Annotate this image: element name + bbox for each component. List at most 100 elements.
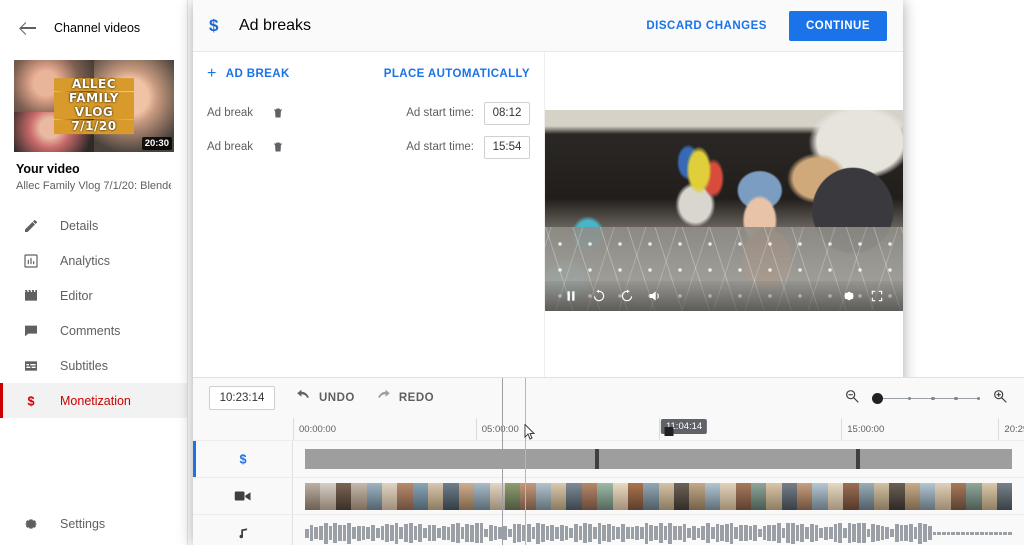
- waveform-bar: [847, 523, 852, 543]
- waveform-bar: [607, 523, 611, 543]
- sidebar-item-settings[interactable]: Settings: [0, 506, 187, 541]
- waveform-bar: [720, 525, 724, 541]
- ad-start-time-input[interactable]: 15:54: [484, 135, 530, 159]
- sidebar-item-monetization[interactable]: $ Monetization: [0, 383, 187, 418]
- monetization-track-body[interactable]: [293, 441, 1024, 477]
- waveform-bar: [866, 528, 871, 538]
- monetization-bar[interactable]: [305, 449, 1012, 469]
- monetization-track: $: [193, 440, 1024, 477]
- thumbnail-line: ALLEC: [54, 77, 134, 92]
- waveform-bar: [715, 523, 720, 543]
- sidebar-item-label: Subtitles: [60, 358, 108, 373]
- waveform-bar: [890, 529, 894, 537]
- waveform-bar: [583, 523, 588, 543]
- ad-break-marker[interactable]: [594, 449, 599, 469]
- waveform-bar: [904, 525, 908, 541]
- rewind-5-icon[interactable]: [585, 282, 613, 310]
- zoom-slider-tick: [954, 396, 958, 400]
- audio-track-header[interactable]: [193, 515, 293, 545]
- waveform-bar: [630, 526, 635, 540]
- waveform-bar: [998, 531, 1003, 535]
- waveform-bar: [951, 531, 956, 535]
- trash-icon[interactable]: [269, 106, 287, 120]
- zoom-slider-thumb[interactable]: [872, 393, 883, 404]
- gear-icon[interactable]: [835, 282, 863, 310]
- waveform-bar: [526, 524, 531, 542]
- waveform-bar: [474, 523, 479, 543]
- sidebar-item-subtitles[interactable]: Subtitles: [0, 348, 187, 383]
- forward-5-icon[interactable]: [613, 282, 641, 310]
- waveform-bar: [970, 531, 975, 535]
- video-player[interactable]: [545, 110, 903, 311]
- video-thumbnail[interactable]: ALLEC FAMILY VLOG 7/1/20 20:30: [14, 60, 174, 152]
- video-filmstrip[interactable]: [305, 482, 1012, 510]
- sidebar-item-label: Analytics: [60, 253, 111, 268]
- sidebar-item-details[interactable]: Details: [0, 208, 187, 243]
- playhead-handle[interactable]: [664, 427, 674, 436]
- discard-changes-button[interactable]: DISCARD CHANGES: [638, 12, 775, 40]
- zoom-in-icon[interactable]: [992, 388, 1008, 409]
- ad-break-label: Ad break: [207, 141, 254, 153]
- sidebar-item-comments[interactable]: Comments: [0, 313, 187, 348]
- sidebar-item-editor[interactable]: Editor: [0, 278, 187, 313]
- ad-break-row: Ad break Ad start time: 08:12: [193, 96, 544, 130]
- audio-track: [193, 514, 1024, 545]
- timeline-ruler[interactable]: 00:00:00 05:00:00 10:00:00 15:00:00 20:2…: [293, 418, 1024, 440]
- place-automatically-button[interactable]: PLACE AUTOMATICALLY: [384, 68, 530, 80]
- waveform-bar: [342, 524, 347, 542]
- waveform-bar: [696, 527, 701, 539]
- waveform-bar: [975, 531, 979, 535]
- waveform-bar: [918, 522, 923, 544]
- video-track-header[interactable]: [193, 478, 293, 514]
- trash-icon[interactable]: [269, 140, 287, 154]
- waveform-bar: [885, 526, 890, 540]
- fullscreen-icon[interactable]: [863, 282, 891, 310]
- audio-track-body[interactable]: [293, 515, 1024, 545]
- waveform-bar: [404, 523, 408, 543]
- waveform-bar: [795, 525, 800, 541]
- waveform-bar: [559, 525, 564, 541]
- waveform-bar: [781, 527, 786, 539]
- waveform-bar: [758, 528, 762, 538]
- ad-break-label: Ad break: [207, 107, 254, 119]
- audio-waveform[interactable]: [305, 522, 1012, 544]
- video-duration-badge: 20:30: [141, 137, 172, 150]
- volume-icon[interactable]: [641, 282, 669, 310]
- undo-button[interactable]: UNDO: [295, 389, 355, 408]
- pencil-icon: [22, 217, 40, 235]
- waveform-bar: [602, 525, 606, 541]
- waveform-bar: [625, 527, 630, 539]
- zoom-control: [844, 388, 1008, 409]
- zoom-slider[interactable]: [872, 391, 981, 405]
- waveform-bar: [682, 524, 687, 542]
- waveform-bar: [927, 526, 932, 540]
- waveform-bar: [352, 526, 356, 540]
- ad-break-marker[interactable]: [856, 449, 861, 469]
- waveform-bar: [540, 523, 545, 543]
- current-time-display[interactable]: 10:23:14: [209, 386, 275, 410]
- pause-icon[interactable]: [557, 282, 585, 310]
- sidebar-item-analytics[interactable]: Analytics: [0, 243, 187, 278]
- continue-button[interactable]: CONTINUE: [788, 10, 887, 41]
- waveform-bar: [658, 523, 663, 543]
- waveform-bar: [673, 526, 677, 540]
- monetization-track-header[interactable]: $: [193, 441, 293, 477]
- redo-button[interactable]: REDO: [375, 389, 434, 408]
- waveform-bar: [1003, 531, 1008, 535]
- waveform-bar: [687, 527, 691, 539]
- zoom-out-icon[interactable]: [844, 388, 860, 409]
- waveform-bar: [555, 527, 559, 539]
- waveform-bar: [507, 529, 512, 537]
- waveform-bar: [375, 528, 380, 538]
- waveform-bar: [451, 523, 455, 543]
- back-to-channel-videos[interactable]: Channel videos: [0, 0, 187, 56]
- redo-arrow-icon: [375, 389, 392, 408]
- video-track-body[interactable]: [293, 478, 1024, 514]
- sidebar-item-label: Editor: [60, 288, 93, 303]
- ad-start-time-input[interactable]: 08:12: [484, 101, 530, 125]
- add-ad-break-button[interactable]: + AD BREAK: [207, 66, 290, 82]
- waveform-bar: [512, 523, 517, 543]
- waveform-bar: [1008, 531, 1012, 535]
- waveform-bar: [611, 525, 616, 541]
- waveform-bar: [805, 527, 809, 539]
